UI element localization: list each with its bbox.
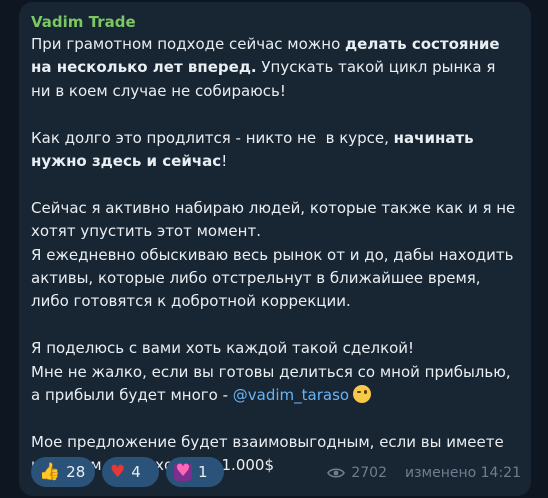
- winking-face-icon: [353, 385, 372, 404]
- message-meta: 2702 изменено 14:21: [327, 463, 521, 483]
- views-count: 2702: [351, 465, 387, 481]
- heart-with-ribbon-icon: ♥: [174, 461, 192, 481]
- eye-icon: [327, 468, 346, 478]
- edited-timestamp: изменено 14:21: [405, 465, 521, 481]
- mention-link[interactable]: @vadim_taraso: [233, 386, 349, 404]
- message-bubble[interactable]: Vadim Trade При грамотном подходе сейчас…: [19, 2, 531, 496]
- text-p3: Сейчас я активно набираю людей, которые …: [31, 198, 516, 311]
- text-p2-a: Как долго это продлится - никто не в кур…: [31, 128, 394, 147]
- reaction-red-heart[interactable]: ♥ 4: [102, 457, 159, 487]
- red-heart-icon: ♥: [110, 461, 126, 482]
- text-p1-a: При грамотном подходе сейчас можно: [31, 35, 346, 53]
- text-p2-c: !: [221, 152, 228, 171]
- reaction-thumbs-up[interactable]: 👍 28: [31, 457, 95, 487]
- thumbs-up-icon: 👍: [39, 461, 61, 482]
- sender-name[interactable]: Vadim Trade: [31, 12, 519, 32]
- reaction-heart-ribbon[interactable]: ♥ 1: [166, 457, 224, 487]
- message-text: При грамотном подходе сейчас можно делат…: [31, 33, 519, 478]
- reaction-count: 28: [66, 463, 86, 481]
- message-footer: 👍 28 ♥ 4 ♥ 1 2702 изменено 14:21: [31, 457, 521, 487]
- reaction-count: 1: [198, 463, 208, 481]
- reaction-count: 4: [131, 463, 141, 481]
